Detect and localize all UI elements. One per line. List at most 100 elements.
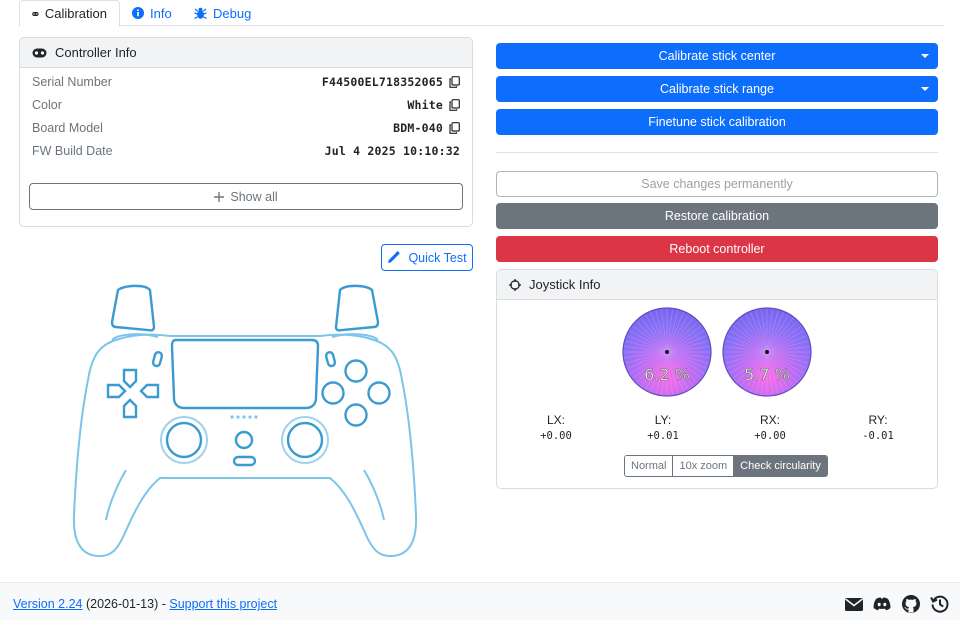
- board-model-value: BDM-040: [393, 121, 443, 135]
- card-header: Controller Info: [20, 38, 472, 68]
- info-row-color: Color White: [32, 95, 460, 115]
- version-link[interactable]: Version 2.24: [13, 597, 83, 611]
- mode-normal-button[interactable]: Normal: [625, 456, 674, 476]
- left-stick: [165, 421, 203, 459]
- create-button: [151, 351, 164, 368]
- button-square: [321, 381, 345, 405]
- axis-ly: LY: +0.01: [623, 413, 703, 442]
- info-label: Serial Number: [32, 75, 112, 89]
- r2-trigger: [334, 284, 380, 332]
- info-label: Color: [32, 98, 62, 112]
- card-title: Controller Info: [55, 45, 137, 60]
- dpad-right: [139, 383, 160, 399]
- tab-debug[interactable]: Debug: [182, 0, 263, 26]
- info-label: FW Build Date: [32, 144, 113, 158]
- axis-value: +0.00: [754, 430, 786, 442]
- discord-icon[interactable]: [872, 594, 892, 614]
- button-label: Restore calibration: [664, 209, 770, 223]
- l2-trigger: [110, 284, 156, 332]
- serial-number-value: F44500EL718352065: [321, 75, 443, 89]
- controller-info-card: Controller Info Serial Number F44500EL71…: [19, 37, 473, 227]
- axis-label: RX:: [759, 413, 780, 427]
- quick-test-button[interactable]: Quick Test: [381, 244, 473, 271]
- plus-icon: [214, 191, 225, 202]
- button-label: Save changes permanently: [641, 177, 793, 191]
- view-mode-toggle: Normal 10x zoom Check circularity: [624, 455, 828, 477]
- info-value: BDM-040: [393, 121, 460, 135]
- info-value: Jul 4 2025 10:10:32: [325, 144, 460, 158]
- copy-icon[interactable]: [449, 99, 460, 111]
- button-label: Calibrate stick range: [660, 82, 774, 96]
- mode-circularity-button[interactable]: Check circularity: [734, 456, 827, 476]
- caret-down-icon[interactable]: [921, 87, 929, 91]
- axis-value: +0.01: [647, 430, 679, 442]
- support-link[interactable]: Support this project: [169, 597, 277, 611]
- info-row-fw-date: FW Build Date Jul 4 2025 10:10:32: [32, 141, 460, 161]
- tab-label: Calibration: [44, 6, 107, 21]
- left-circularity-value: 6.2 %: [644, 365, 690, 384]
- release-date: (2026-01-13) -: [82, 597, 170, 611]
- card-title: Joystick Info: [529, 277, 601, 292]
- divider: [496, 152, 938, 153]
- tab-calibration[interactable]: Calibration: [19, 0, 120, 27]
- touchpad: [170, 338, 320, 410]
- info-value: F44500EL718352065: [322, 75, 460, 89]
- history-icon[interactable]: [930, 594, 950, 614]
- options-button: [324, 351, 337, 368]
- button-label: Finetune stick calibration: [648, 115, 786, 129]
- gamepad-icon: [32, 11, 39, 16]
- fw-build-date-value: Jul 4 2025 10:10:32: [324, 144, 460, 158]
- envelope-icon[interactable]: [844, 594, 864, 614]
- copy-icon[interactable]: [449, 122, 460, 134]
- calibrate-center-button[interactable]: Calibrate stick center: [496, 43, 938, 69]
- show-all-button[interactable]: Show all: [29, 183, 463, 210]
- left-stick-circle: 6.2 %: [622, 307, 712, 397]
- axis-lx: LX: +0.00: [516, 413, 596, 442]
- tab-label: Info: [150, 5, 172, 21]
- axis-label: RY:: [868, 413, 888, 427]
- github-icon[interactable]: [901, 594, 921, 614]
- info-icon: [132, 7, 144, 19]
- color-value: White: [407, 98, 443, 112]
- tab-bar: Calibration Info Debug: [19, 0, 944, 27]
- finetune-button[interactable]: Finetune stick calibration: [496, 109, 938, 135]
- restore-calibration-button[interactable]: Restore calibration: [496, 203, 938, 229]
- quick-test-label: Quick Test: [408, 250, 467, 265]
- reboot-controller-button[interactable]: Reboot controller: [496, 236, 938, 262]
- info-value: White: [407, 98, 460, 112]
- mic-button: [232, 455, 257, 467]
- axis-ry: RY: -0.01: [838, 413, 918, 442]
- axis-rx: RX: +0.00: [730, 413, 810, 442]
- info-row-board-model: Board Model BDM-040: [32, 118, 460, 138]
- footer-text: Version 2.24 (2026-01-13) - Support this…: [13, 597, 277, 611]
- info-row-serial: Serial Number F44500EL718352065: [32, 72, 460, 92]
- dpad-down: [122, 398, 138, 419]
- bug-icon: [194, 7, 207, 19]
- card-header: Joystick Info: [497, 270, 937, 300]
- button-label: Calibrate stick center: [658, 49, 776, 63]
- controller-illustration[interactable]: [70, 280, 420, 565]
- save-permanently-button[interactable]: Save changes permanently: [496, 171, 938, 197]
- mode-zoom-button[interactable]: 10x zoom: [673, 456, 735, 476]
- button-triangle: [344, 359, 368, 383]
- info-label: Board Model: [32, 121, 103, 135]
- stick-circularity-display: 6.2 % 5.7 %: [622, 307, 812, 397]
- pencil-icon: [388, 251, 401, 263]
- footer: Version 2.24 (2026-01-13) - Support this…: [0, 582, 960, 620]
- caret-down-icon[interactable]: [921, 54, 929, 58]
- dpad-up: [122, 368, 138, 389]
- right-stick-circle: 5.7 %: [722, 307, 812, 397]
- tab-info[interactable]: Info: [120, 0, 184, 26]
- right-stick: [286, 421, 324, 459]
- calibrate-range-button[interactable]: Calibrate stick range: [496, 76, 938, 102]
- axis-value: -0.01: [862, 430, 894, 442]
- button-label: Reboot controller: [669, 242, 765, 256]
- button-cross: [344, 403, 368, 427]
- axis-label: LX:: [546, 413, 565, 427]
- copy-icon[interactable]: [449, 76, 460, 88]
- axis-value: +0.00: [540, 430, 572, 442]
- tab-label: Debug: [213, 5, 252, 21]
- right-circularity-value: 5.7 %: [744, 365, 790, 384]
- dpad-left: [106, 383, 127, 399]
- axis-label: LY:: [654, 413, 672, 427]
